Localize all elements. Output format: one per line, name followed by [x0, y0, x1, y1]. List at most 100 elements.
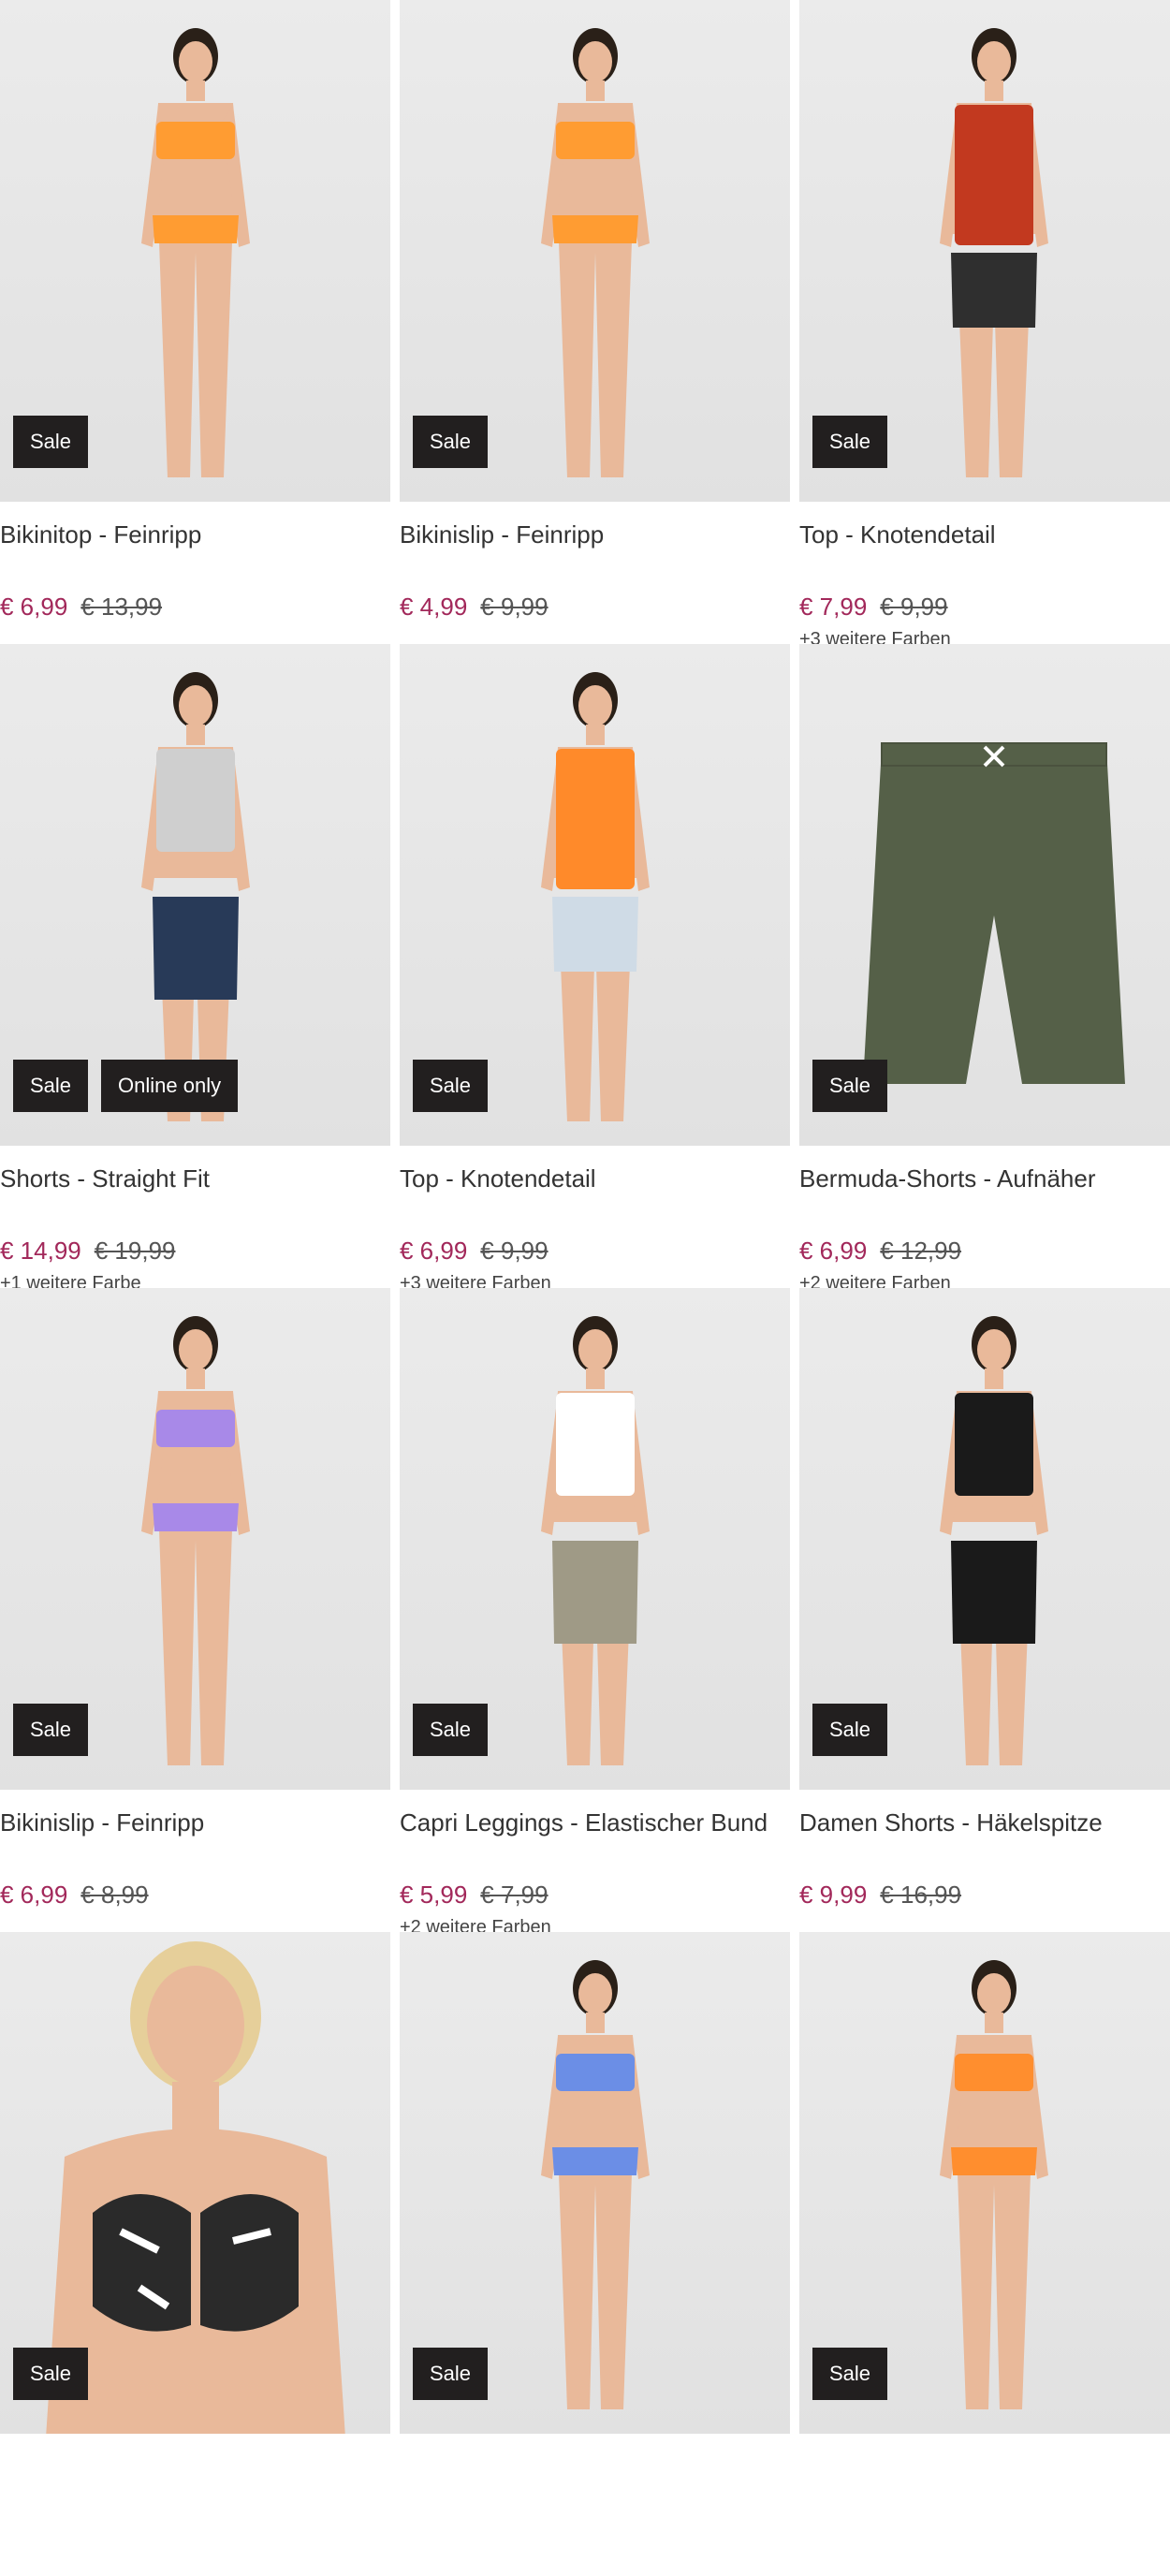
product-image[interactable]: Sale — [799, 0, 1170, 502]
sale-badge: Sale — [13, 2348, 89, 2400]
original-price: € 16,99 — [880, 1881, 962, 1909]
more-colors-link[interactable]: +1 weitere Farbe — [0, 1273, 390, 1288]
original-price: € 7,99 — [480, 1881, 548, 1909]
price-row: € 6,99 € 12,99 — [799, 1237, 1170, 1266]
sale-badge: Sale — [413, 2348, 489, 2400]
product-name[interactable]: Bikinislip - Feinripp — [0, 1808, 390, 1837]
product-card[interactable]: Sale Online only Shorts - Straight Fit € 14… — [0, 644, 390, 1288]
sale-badge: Sale — [812, 2348, 888, 2400]
original-price: € 12,99 — [880, 1237, 962, 1265]
product-image[interactable]: Sale Online only — [0, 644, 390, 1146]
price-row — [799, 2477, 1170, 2506]
badge-group: Sale — [13, 416, 89, 468]
product-card[interactable]: Sale Bikinitop - Feinripp € 6,99 € 13,99 — [0, 0, 390, 644]
sale-price: € 14,99 — [0, 1237, 81, 1265]
product-image[interactable]: Sale — [0, 1932, 390, 2434]
product-card[interactable]: Sale Capri Leggings - Elastischer Bund € 5… — [400, 1288, 790, 1932]
product-grid: Sale Bikinitop - Feinripp € 6,99 € 13,99 Sa… — [0, 0, 1170, 2576]
sale-badge: Sale — [413, 1060, 489, 1112]
product-image[interactable]: Sale — [400, 644, 790, 1146]
product-photo — [844, 710, 1144, 1126]
badge-group: Sale — [413, 1060, 489, 1112]
product-card[interactable]: Sale — [0, 1932, 390, 2576]
product-photo — [492, 663, 698, 1135]
product-image[interactable]: Sale — [799, 644, 1170, 1146]
badge-group: Sale — [413, 2348, 489, 2400]
product-image[interactable]: Sale — [400, 1288, 790, 1790]
price-row: € 9,99 € 16,99 — [799, 1881, 1170, 1910]
product-image[interactable]: Sale — [400, 0, 790, 502]
sale-price: € 5,99 — [400, 1881, 468, 1909]
price-row — [400, 2477, 790, 2506]
sale-badge: Sale — [413, 416, 489, 468]
product-photo — [891, 1307, 1097, 1779]
product-name[interactable]: Bikinitop - Feinripp — [0, 520, 390, 549]
product-card[interactable]: Sale — [799, 1932, 1170, 2576]
sale-badge: Sale — [13, 1060, 89, 1112]
badge-group: Sale Online only — [13, 1060, 239, 1112]
badge-group: Sale — [413, 1704, 489, 1756]
more-colors-link[interactable]: +3 weitere Farben — [799, 629, 1170, 644]
product-photo — [891, 1951, 1097, 2423]
sale-badge: Sale — [13, 416, 89, 468]
sale-price: € 4,99 — [400, 593, 468, 621]
product-name[interactable]: Bikinislip - Feinripp — [400, 520, 790, 549]
more-colors-link[interactable]: +2 weitere Farben — [400, 1917, 790, 1932]
product-photo — [93, 1307, 299, 1779]
badge-group: Sale — [812, 2348, 888, 2400]
product-card[interactable]: Sale — [400, 1932, 790, 2576]
product-name[interactable]: Damen Shorts - Häkelspitze — [799, 1808, 1170, 1837]
price-row: € 7,99 € 9,99 — [799, 593, 1170, 622]
price-row: € 14,99 € 19,99 — [0, 1237, 390, 1266]
product-name[interactable]: Top - Knotendetail — [799, 520, 1170, 549]
more-colors-link[interactable]: +3 weitere Farben — [400, 1273, 790, 1288]
sale-price: € 6,99 — [0, 1881, 68, 1909]
online-only-badge: Online only — [101, 1060, 239, 1112]
product-card[interactable]: Sale Bikinislip - Feinripp € 4,99 € 9,99 — [400, 0, 790, 644]
product-name[interactable]: Shorts - Straight Fit — [0, 1164, 390, 1193]
price-row: € 4,99 € 9,99 — [400, 593, 790, 622]
original-price: € 13,99 — [80, 593, 163, 621]
badge-group: Sale — [413, 416, 489, 468]
product-photo — [93, 19, 299, 491]
badge-group: Sale — [812, 1704, 888, 1756]
product-photo — [891, 19, 1097, 491]
price-row: € 6,99 € 13,99 — [0, 593, 390, 622]
product-image[interactable]: Sale — [799, 1288, 1170, 1790]
badge-group: Sale — [812, 1060, 888, 1112]
more-colors-link[interactable]: +2 weitere Farben — [799, 1273, 1170, 1288]
original-price: € 9,99 — [880, 593, 948, 621]
product-card[interactable]: Sale Bikinislip - Feinripp € 6,99 € 8,99 — [0, 1288, 390, 1932]
product-image[interactable]: Sale — [400, 1932, 790, 2434]
product-name[interactable]: Top - Knotendetail — [400, 1164, 790, 1193]
price-row — [0, 2477, 390, 2506]
sale-badge: Sale — [812, 1704, 888, 1756]
sale-price: € 6,99 — [400, 1237, 468, 1265]
badge-group: Sale — [13, 2348, 89, 2400]
original-price: € 9,99 — [480, 1237, 548, 1265]
product-name[interactable]: Bermuda-Shorts - Aufnäher — [799, 1164, 1170, 1193]
product-image[interactable]: Sale — [799, 1932, 1170, 2434]
price-row: € 6,99 € 8,99 — [0, 1881, 390, 1910]
product-card[interactable]: Sale Top - Knotendetail € 6,99 € 9,99 +3 wei… — [400, 644, 790, 1288]
sale-price: € 9,99 — [799, 1881, 868, 1909]
product-card[interactable]: Sale Damen Shorts - Häkelspitze € 9,99 € 16… — [799, 1288, 1170, 1932]
original-price: € 8,99 — [80, 1881, 149, 1909]
original-price: € 19,99 — [94, 1237, 176, 1265]
sale-price: € 7,99 — [799, 593, 868, 621]
sale-badge: Sale — [812, 1060, 888, 1112]
product-photo — [492, 1951, 698, 2423]
original-price: € 9,99 — [480, 593, 548, 621]
product-photo — [492, 19, 698, 491]
product-card[interactable]: Sale Bermuda-Shorts - Aufnäher € 6,99 € 12,… — [799, 644, 1170, 1288]
product-image[interactable]: Sale — [0, 1288, 390, 1790]
product-card[interactable]: Sale Top - Knotendetail € 7,99 € 9,99 +3 wei… — [799, 0, 1170, 644]
sale-badge: Sale — [812, 416, 888, 468]
product-name[interactable]: Capri Leggings - Elastischer Bund — [400, 1808, 790, 1837]
price-row: € 6,99 € 9,99 — [400, 1237, 790, 1266]
sale-price: € 6,99 — [799, 1237, 868, 1265]
product-image[interactable]: Sale — [0, 0, 390, 502]
price-row: € 5,99 € 7,99 — [400, 1881, 790, 1910]
product-photo — [492, 1307, 698, 1779]
sale-badge: Sale — [13, 1704, 89, 1756]
